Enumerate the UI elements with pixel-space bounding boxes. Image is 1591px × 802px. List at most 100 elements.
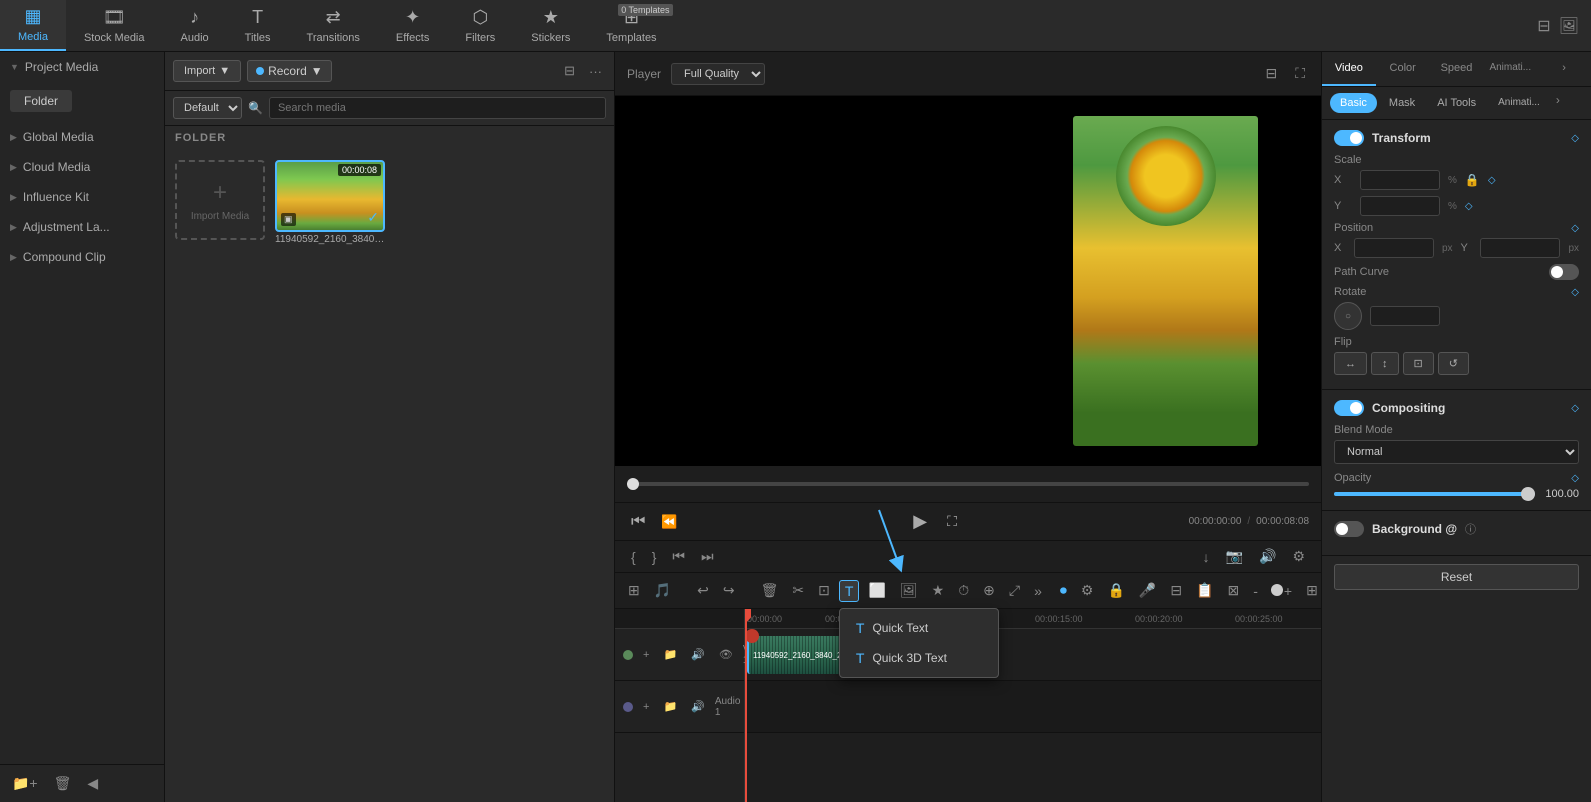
- tab-animation[interactable]: Animati...: [1483, 52, 1537, 86]
- volume-button[interactable]: 🔊: [1255, 546, 1280, 567]
- tab-speed[interactable]: Speed: [1430, 52, 1484, 86]
- compositing-toggle[interactable]: [1334, 400, 1364, 416]
- split-view-icon[interactable]: ⊟: [1261, 63, 1281, 84]
- playhead[interactable]: [745, 609, 747, 802]
- collapse-panel-button[interactable]: ◀: [83, 773, 102, 794]
- search-input[interactable]: [269, 97, 606, 119]
- prev-marker-button[interactable]: ⏮: [668, 546, 689, 567]
- crop-button[interactable]: ⊡: [813, 580, 835, 601]
- timeline-content[interactable]: 00:00:00 00:00:05:00 00:00:10:00 00:00:1…: [745, 609, 1321, 802]
- start-marker[interactable]: [745, 629, 759, 643]
- scale-x-keyframe[interactable]: ◇: [1488, 175, 1496, 186]
- resize-button[interactable]: ⤢: [1004, 580, 1025, 601]
- filter-icon[interactable]: ⊟: [560, 61, 579, 81]
- tl-zoom-thumb[interactable]: [1271, 584, 1283, 596]
- quick-text-item[interactable]: T Quick Text: [840, 613, 998, 643]
- tl-record-button[interactable]: ⏺: [1055, 580, 1072, 601]
- nav-item-transitions[interactable]: ⇄ Transitions: [289, 0, 378, 51]
- compositing-keyframe-icon[interactable]: ◇: [1571, 403, 1579, 414]
- sub-tab-ai-tools[interactable]: AI Tools: [1427, 93, 1486, 113]
- tl-settings-button[interactable]: ⚙: [1076, 580, 1099, 601]
- transform-toggle[interactable]: [1334, 130, 1364, 146]
- nav-item-templates[interactable]: ⊞ Templates 0 Templates: [588, 0, 674, 51]
- opacity-slider[interactable]: [1334, 492, 1535, 496]
- flip-h-button[interactable]: ↔: [1334, 352, 1367, 375]
- add-track-button[interactable]: ⊞: [623, 580, 645, 601]
- import-media-button[interactable]: + Import Media: [175, 160, 265, 240]
- record-button[interactable]: Record ▼: [247, 60, 332, 82]
- delete-button[interactable]: 🗑: [756, 580, 784, 601]
- lock-icon[interactable]: 🔒: [1465, 173, 1480, 187]
- nav-item-audio[interactable]: ♪ Audio: [163, 0, 227, 51]
- grid-view-icon[interactable]: ⊟: [1537, 16, 1550, 36]
- nav-item-effects[interactable]: ✦ Effects: [378, 0, 447, 51]
- text-title-button[interactable]: T: [839, 580, 860, 602]
- media-sort-select[interactable]: Default: [173, 97, 242, 119]
- add-audio-track-button[interactable]: 🎵: [649, 580, 676, 601]
- nav-item-titles[interactable]: T Titles: [227, 0, 289, 51]
- scale-y-input[interactable]: 100.00: [1360, 196, 1440, 216]
- snapshot-button[interactable]: 📷: [1222, 546, 1247, 567]
- tab-more[interactable]: ›: [1537, 52, 1591, 86]
- transform-keyframe-icon[interactable]: ◇: [1571, 133, 1579, 144]
- sidebar-item-influence-kit[interactable]: ▶ Influence Kit: [0, 182, 164, 212]
- undo-button[interactable]: ↩: [692, 580, 714, 601]
- next-marker-button[interactable]: ⏭: [697, 546, 718, 567]
- flip-reset-button[interactable]: ↺: [1438, 352, 1469, 375]
- audio1-add-button[interactable]: +: [639, 699, 653, 715]
- tl-grid-button[interactable]: ⊞: [1301, 580, 1321, 601]
- zoom-button[interactable]: ⊕: [978, 580, 1000, 601]
- opacity-keyframe[interactable]: ◇: [1571, 473, 1579, 484]
- redo-button[interactable]: ↪: [718, 580, 740, 601]
- timer-button[interactable]: ⏱: [953, 580, 974, 601]
- nav-item-filters[interactable]: ⬡ Filters: [447, 0, 513, 51]
- mark-out-button[interactable]: }: [648, 546, 661, 567]
- add-folder-button[interactable]: 📁+: [8, 773, 42, 794]
- shape-button[interactable]: ⬜: [863, 580, 890, 601]
- photo-icon[interactable]: 🖼: [1559, 16, 1579, 36]
- position-keyframe[interactable]: ◇: [1571, 223, 1579, 234]
- scrubber-thumb[interactable]: [627, 478, 639, 490]
- video1-mute-button[interactable]: 🔊: [687, 646, 709, 663]
- tl-split-button[interactable]: ⊟: [1165, 580, 1187, 601]
- video1-media-button[interactable]: 📁: [659, 646, 681, 663]
- tl-camera-button[interactable]: 🎤: [1134, 580, 1161, 601]
- sidebar-item-global-media[interactable]: ▶ Global Media: [0, 122, 164, 152]
- settings-button[interactable]: ⚙: [1288, 546, 1309, 567]
- mark-in-button[interactable]: {: [627, 546, 640, 567]
- background-toggle[interactable]: [1334, 521, 1364, 537]
- tl-copy-button[interactable]: 📋: [1191, 580, 1218, 601]
- nav-item-media[interactable]: ▦ Media: [0, 0, 66, 51]
- tab-color[interactable]: Color: [1376, 52, 1430, 86]
- audio1-media-button[interactable]: 📁: [659, 698, 681, 715]
- more-options-icon[interactable]: ···: [585, 62, 606, 81]
- tab-video[interactable]: Video: [1322, 52, 1376, 86]
- rotate-dial[interactable]: ○: [1334, 302, 1362, 330]
- tl-snap-button[interactable]: ⊠: [1223, 580, 1245, 601]
- rotate-input[interactable]: 0.00°: [1370, 306, 1440, 326]
- tl-zoom-out-button[interactable]: -: [1248, 581, 1263, 601]
- more-tools-button[interactable]: »: [1029, 581, 1047, 601]
- folder-button[interactable]: Folder: [10, 90, 72, 112]
- sidebar-item-compound-clip[interactable]: ▶ Compound Clip: [0, 242, 164, 272]
- cut-button[interactable]: ✂: [787, 580, 809, 601]
- nav-item-stock-media[interactable]: 🎞 Stock Media: [66, 0, 163, 51]
- sub-tab-basic[interactable]: Basic: [1330, 93, 1377, 113]
- path-curve-toggle[interactable]: [1549, 264, 1579, 280]
- add-to-timeline-button[interactable]: ↓: [1199, 546, 1214, 567]
- nav-item-stickers[interactable]: ★ Stickers: [513, 0, 588, 51]
- blend-mode-select[interactable]: Normal: [1334, 440, 1579, 464]
- remove-folder-button[interactable]: 🗑: [50, 773, 76, 794]
- video1-add-button[interactable]: +: [639, 647, 653, 663]
- media-button-2[interactable]: 🖼: [895, 580, 923, 601]
- audio1-mute-button[interactable]: 🔊: [687, 698, 709, 715]
- scale-y-keyframe[interactable]: ◇: [1465, 201, 1473, 212]
- sidebar-item-adjustment-la[interactable]: ▶ Adjustment La...: [0, 212, 164, 242]
- import-button[interactable]: Import ▼: [173, 60, 241, 82]
- rotate-keyframe[interactable]: ◇: [1571, 287, 1579, 298]
- sub-tab-more-icon[interactable]: ›: [1556, 93, 1560, 113]
- sticker-button[interactable]: ★: [927, 580, 950, 601]
- sidebar-item-project-media[interactable]: ▼ Project Media: [0, 52, 164, 82]
- time-scrubber[interactable]: [627, 482, 1309, 486]
- scale-x-input[interactable]: 100.00: [1360, 170, 1440, 190]
